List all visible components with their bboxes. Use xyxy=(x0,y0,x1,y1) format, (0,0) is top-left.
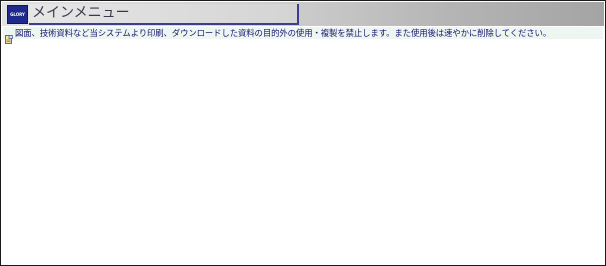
main-window: GLORY メインメニュー 図面、技術資料など当システムより印刷、ダウンロードし… xyxy=(0,0,606,266)
glory-logo[interactable]: GLORY xyxy=(7,5,28,24)
header-bar: GLORY メインメニュー xyxy=(2,2,604,26)
document-icon xyxy=(5,29,13,44)
page-title-box: メインメニュー xyxy=(29,4,299,25)
notice-bar: 図面、技術資料など当システムより印刷、ダウンロードした資料の目的外の使用・複製を… xyxy=(3,27,603,44)
page-title: メインメニュー xyxy=(32,5,130,21)
logo-text: GLORY xyxy=(10,11,25,17)
notice-text: 図面、技術資料など当システムより印刷、ダウンロードした資料の目的外の使用・複製を… xyxy=(15,28,552,38)
